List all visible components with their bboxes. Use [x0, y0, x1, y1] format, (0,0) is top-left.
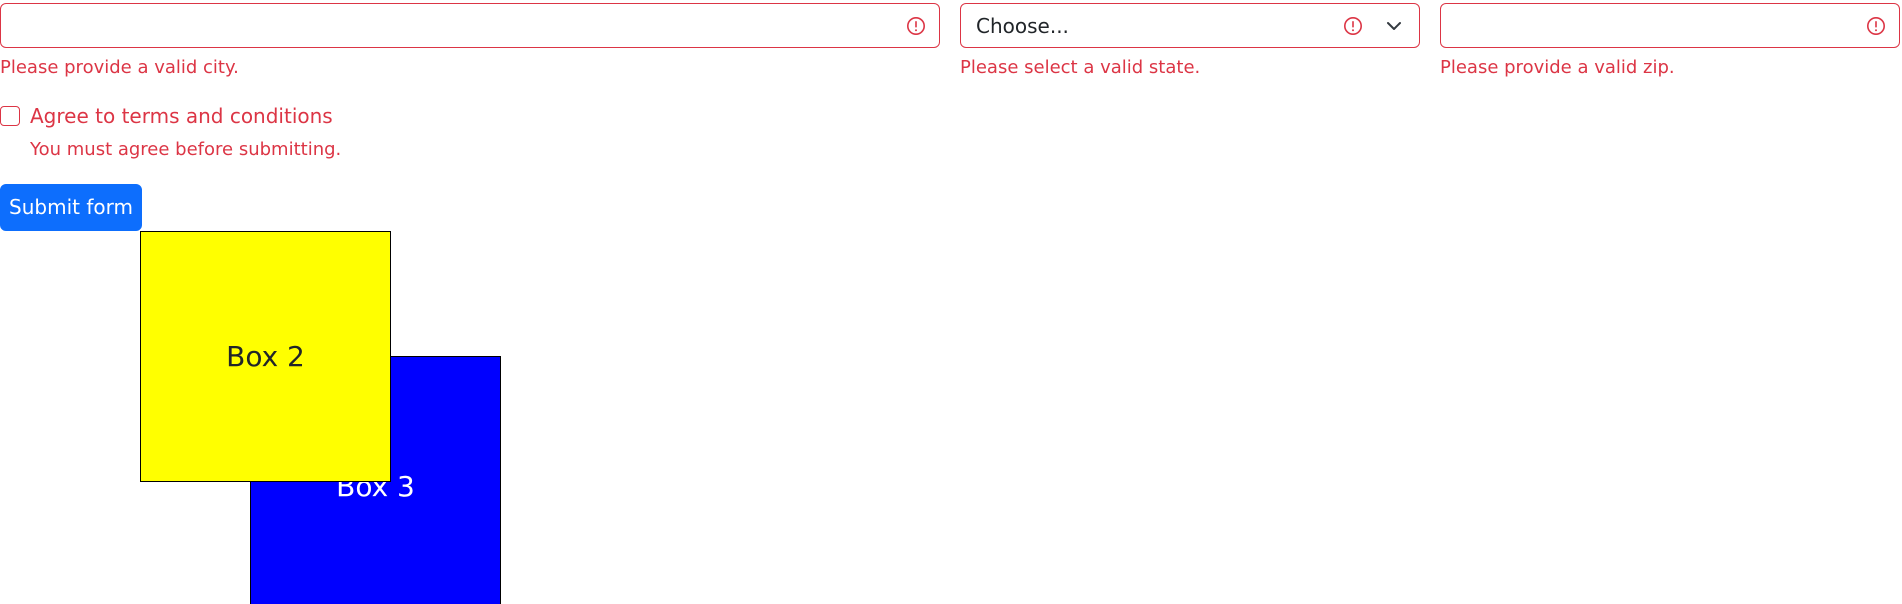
city-input[interactable] — [0, 3, 940, 48]
exclamation-circle-icon — [907, 16, 925, 35]
zip-input[interactable] — [1440, 3, 1900, 48]
submit-form-button[interactable]: Submit form — [0, 184, 142, 231]
city-invalid-feedback: Please provide a valid city. — [0, 57, 239, 78]
terms-checkbox-label[interactable]: Agree to terms and conditions — [30, 104, 333, 128]
state-invalid-feedback: Please select a valid state. — [960, 57, 1201, 78]
exclamation-circle-icon — [1344, 16, 1362, 35]
box-2-label: Box 2 — [226, 340, 305, 373]
state-select-value: Choose... — [976, 13, 1069, 38]
exclamation-circle-icon — [1867, 16, 1885, 35]
terms-invalid-feedback: You must agree before submitting. — [30, 139, 342, 160]
page: Please provide a valid city. Choose... P… — [0, 0, 1902, 604]
chevron-down-icon — [1387, 21, 1401, 30]
box-2: Box 2 — [140, 231, 391, 482]
terms-checkbox[interactable] — [0, 106, 20, 126]
zip-invalid-feedback: Please provide a valid zip. — [1440, 57, 1675, 78]
state-select[interactable]: Choose... — [960, 3, 1420, 48]
